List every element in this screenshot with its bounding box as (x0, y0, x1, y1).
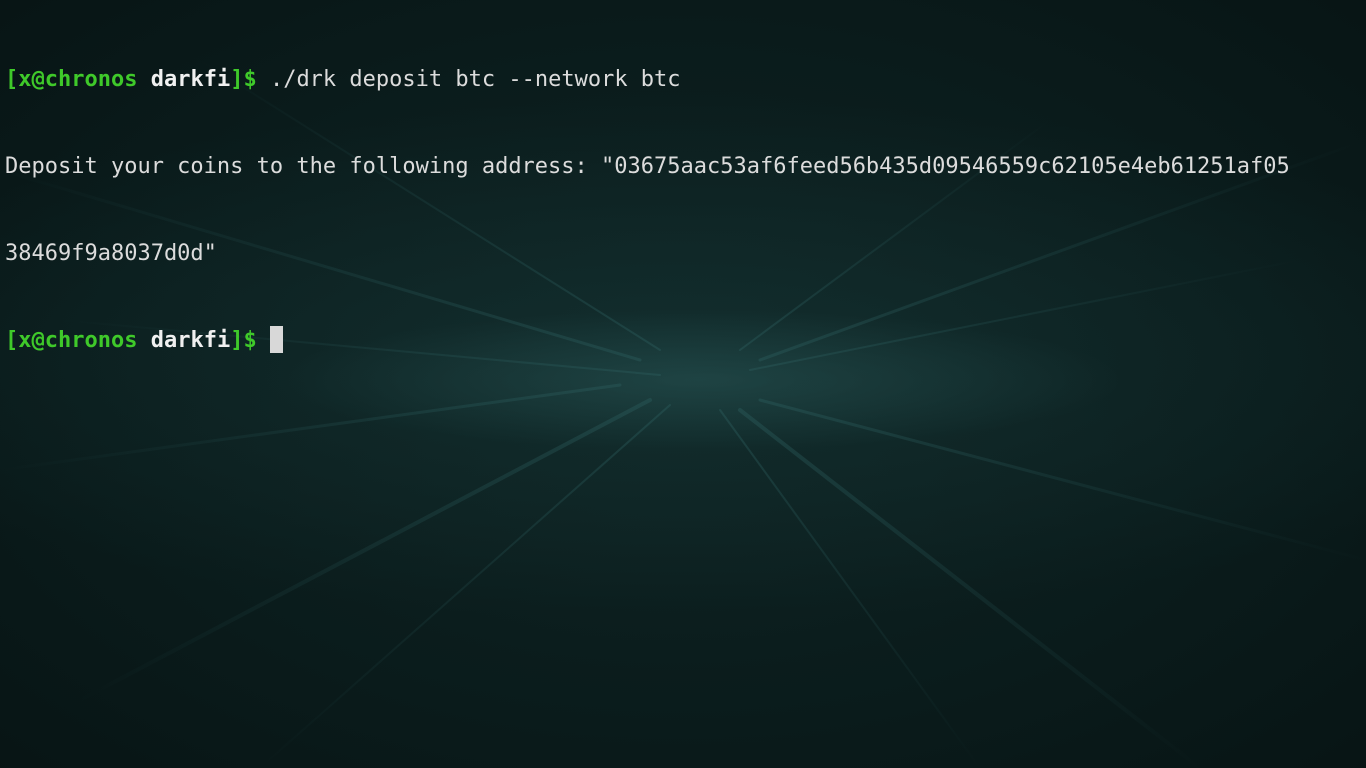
input-line[interactable]: [x@chronos darkfi]$ (5, 326, 1363, 355)
prompt-close: ]$ (230, 328, 257, 353)
prompt-user-host: x@chronos (18, 328, 138, 353)
terminal-window[interactable]: [x@chronos darkfi]$ ./drk deposit btc --… (0, 0, 1366, 768)
prompt-user-host: x@chronos (18, 67, 138, 92)
output-line-2: 38469f9a8037d0d" (5, 241, 217, 266)
prompt-open-bracket: [ (5, 67, 19, 92)
command-text: ./drk deposit btc --network btc (256, 67, 681, 92)
output-line-1: Deposit your coins to the following addr… (5, 154, 1290, 179)
command-line: [x@chronos darkfi]$ ./drk deposit btc --… (5, 65, 1363, 94)
prompt-directory: darkfi (150, 328, 231, 353)
prompt-directory: darkfi (150, 67, 231, 92)
prompt-close: ]$ (230, 67, 257, 92)
terminal-output: [x@chronos darkfi]$ ./drk deposit btc --… (5, 7, 1363, 413)
text-cursor[interactable] (269, 326, 283, 353)
prompt-open-bracket: [ (5, 328, 19, 353)
